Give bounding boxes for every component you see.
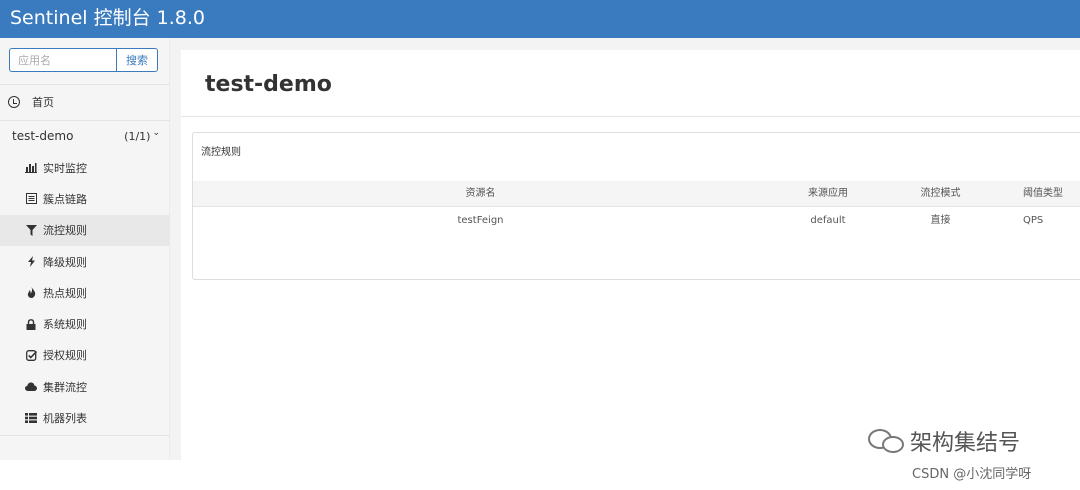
sidebar-item-auth-rules[interactable]: 授权规则 (0, 340, 170, 371)
lock-icon (25, 318, 37, 330)
cloud-icon (25, 381, 37, 393)
watermark-brand: 架构集结号 (910, 431, 1021, 456)
search-button[interactable]: 搜索 (116, 48, 158, 72)
table-header: 资源名 来源应用 流控模式 阈值类型 (193, 181, 1080, 207)
title-divider (181, 116, 1080, 117)
wechat-watermark: 架构集结号 (868, 425, 1020, 457)
column-header-strategy[interactable]: 流控模式 (888, 181, 993, 207)
sidebar-item-system-rules[interactable]: 系统规则 (0, 308, 170, 339)
sidebar-item-cluster-link[interactable]: 簇点链路 (0, 183, 170, 214)
clock-icon (8, 96, 20, 108)
list-alt-icon (25, 193, 37, 205)
fire-icon (25, 287, 37, 299)
panel-title: 流控规则 (201, 147, 241, 158)
sidebar-item-label: 热点规则 (43, 286, 87, 300)
wechat-icon (868, 427, 906, 455)
sidebar-divider (0, 435, 170, 436)
page-title: test-demo (205, 72, 332, 97)
app-search-input[interactable] (9, 48, 116, 72)
content-area: test-demo 流控规则 资源名 来源应用 流控模式 阈值类型 testFe… (181, 50, 1080, 460)
flow-rules-panel: 流控规则 资源名 来源应用 流控模式 阈值类型 testFeign defaul… (192, 132, 1080, 280)
sidebar-item-label: 机器列表 (43, 412, 87, 426)
chevron-down-icon: ⌄ (152, 128, 160, 138)
sidebar-app-test-demo[interactable]: test-demo (1/1) ⌄ (0, 122, 170, 150)
sidebar-item-realtime-monitor[interactable]: 实时监控 (0, 152, 170, 183)
cell-limit-app: default (810, 215, 846, 226)
column-header-resource[interactable]: 资源名 (193, 181, 768, 207)
app-search: 搜索 (9, 48, 158, 72)
sidebar-item-label: 流控规则 (43, 224, 87, 238)
app-title[interactable]: Sentinel 控制台 1.8.0 (10, 5, 205, 31)
sidebar-item-cluster-flow[interactable]: 集群流控 (0, 371, 170, 402)
column-header-threshold-type[interactable]: 阈值类型 (993, 181, 1080, 207)
sidebar-item-label: 集群流控 (43, 380, 87, 394)
app-name: test-demo (12, 129, 74, 143)
check-icon (25, 349, 37, 361)
sidebar-item-label: 授权规则 (43, 349, 87, 363)
top-navbar: Sentinel 控制台 1.8.0 (0, 0, 1080, 38)
sidebar-item-degrade-rules[interactable]: 降级规则 (0, 246, 170, 277)
sidebar-item-home[interactable]: 首页 (0, 88, 170, 116)
table-row: testFeign default 直接 QPS (193, 208, 1080, 234)
sidebar-divider (0, 120, 170, 121)
sidebar-item-flow-rules[interactable]: 流控规则 (0, 214, 170, 246)
sidebar-item-hotspot-rules[interactable]: 热点规则 (0, 277, 170, 308)
sidebar-item-label: 首页 (32, 96, 54, 109)
csdn-credit: CSDN @小沈同学呀 (912, 467, 1032, 482)
sidebar: 搜索 首页 test-demo (1/1) ⌄ 实时监控 簇点链路 流控规则 (0, 38, 170, 460)
sidebar-item-label: 簇点链路 (43, 192, 87, 206)
cell-strategy: 直接 (930, 215, 951, 226)
app-menu: 实时监控 簇点链路 流控规则 降级规则 热点规则 系统规则 授权规则 集群流控 … (0, 152, 170, 434)
main-content: test-demo 流控规则 资源名 来源应用 流控模式 阈值类型 testFe… (170, 38, 1080, 460)
sidebar-item-label: 降级规则 (43, 255, 87, 269)
th-list-icon (25, 412, 37, 424)
column-header-limit-app[interactable]: 来源应用 (768, 181, 888, 207)
flash-icon (25, 256, 37, 268)
cell-resource: testFeign (457, 215, 504, 226)
sidebar-divider (0, 84, 170, 85)
sidebar-item-label: 实时监控 (43, 161, 87, 175)
sidebar-item-machine-list[interactable]: 机器列表 (0, 402, 170, 433)
app-machine-count: (1/1) (124, 129, 151, 143)
cell-threshold-type: QPS (1023, 215, 1044, 226)
bar-chart-icon (25, 162, 37, 174)
sidebar-item-label: 系统规则 (43, 318, 87, 332)
filter-icon (25, 224, 37, 236)
